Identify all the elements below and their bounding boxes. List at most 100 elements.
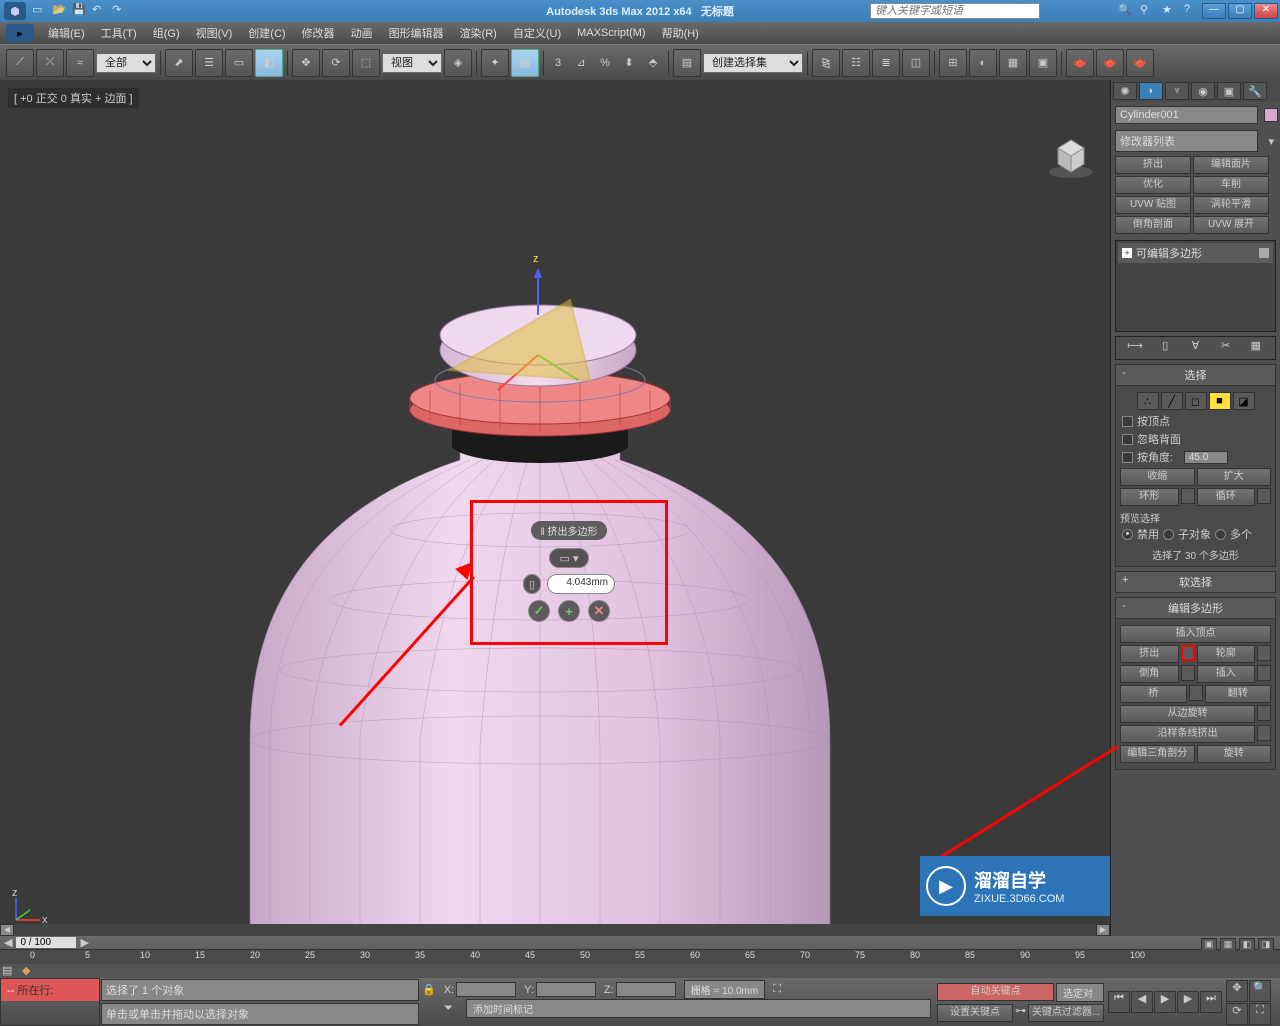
time-slider[interactable]: ▤ ◆ bbox=[0, 964, 1280, 978]
edged-faces-icon[interactable]: ⬘ bbox=[642, 49, 664, 77]
link-icon[interactable]: ⚲ bbox=[1140, 3, 1156, 19]
menu-tools[interactable]: 工具(T) bbox=[93, 22, 145, 44]
ref-coord-system[interactable]: 视图 bbox=[382, 53, 442, 73]
subobj-polygon-icon[interactable]: ■ bbox=[1209, 392, 1231, 410]
hinge-button[interactable]: 从边旋转 bbox=[1120, 705, 1255, 723]
menu-help[interactable]: 帮助(H) bbox=[654, 22, 707, 44]
key-icon[interactable]: ⊶ bbox=[1015, 1004, 1026, 1022]
close-button[interactable]: ✕ bbox=[1254, 3, 1278, 19]
add-time-tag[interactable]: 添加时间标记 bbox=[466, 999, 931, 1018]
maximize-button[interactable]: ▢ bbox=[1228, 3, 1252, 19]
outline-button[interactable]: 轮廓 bbox=[1197, 645, 1256, 663]
menu-maxscript[interactable]: MAXScript(M) bbox=[569, 24, 653, 42]
object-name-input[interactable] bbox=[1115, 106, 1258, 124]
hierarchy-tab-icon[interactable]: ♆ bbox=[1165, 82, 1189, 100]
show-end-icon[interactable]: ▯ bbox=[1155, 339, 1175, 357]
subobj-edge-icon[interactable]: ╱ bbox=[1161, 392, 1183, 410]
nav-zoom-icon[interactable]: 🔍 bbox=[1249, 980, 1271, 1002]
new-icon[interactable]: ▭ bbox=[32, 3, 48, 19]
subobj-element-icon[interactable]: ◪ bbox=[1233, 392, 1255, 410]
outline-settings-icon[interactable] bbox=[1257, 645, 1271, 661]
unlink-tool-icon[interactable]: ⤫ bbox=[36, 49, 64, 77]
dropdown-arrow-icon[interactable]: ▾ bbox=[1262, 135, 1280, 148]
favorite-icon[interactable]: ★ bbox=[1162, 3, 1178, 19]
schematic-icon[interactable]: ⊞ bbox=[939, 49, 967, 77]
extrude-type-dropdown[interactable]: ▭ ▾ bbox=[549, 548, 589, 568]
nav-orbit-icon[interactable]: ⟳ bbox=[1226, 1003, 1248, 1025]
caddy-apply-button[interactable]: + bbox=[558, 600, 580, 622]
object-color-swatch[interactable] bbox=[1264, 108, 1278, 122]
soft-selection-rollout[interactable]: +软选择 bbox=[1115, 571, 1276, 593]
make-unique-icon[interactable]: ∀ bbox=[1185, 339, 1205, 357]
mod-editpatch[interactable]: 编辑面片 bbox=[1193, 156, 1269, 174]
select-name-icon[interactable]: ☰ bbox=[195, 49, 223, 77]
preview-multi-radio[interactable] bbox=[1215, 529, 1226, 540]
modify-tab-icon[interactable]: ◗ bbox=[1139, 82, 1163, 100]
inset-settings-icon[interactable] bbox=[1257, 665, 1271, 681]
modifier-list-dropdown[interactable]: 修改器列表 bbox=[1115, 130, 1258, 152]
move-tool-icon[interactable]: ✥ bbox=[292, 49, 320, 77]
motion-tab-icon[interactable]: ◉ bbox=[1191, 82, 1215, 100]
goto-start-icon[interactable]: ⏮ bbox=[1108, 991, 1130, 1013]
preview-subobj-radio[interactable] bbox=[1163, 529, 1174, 540]
x-coord-input[interactable] bbox=[456, 982, 516, 997]
scrub-right-icon[interactable]: ▶ bbox=[80, 936, 88, 949]
pin-stack-icon[interactable]: ⟼ bbox=[1125, 339, 1145, 357]
scale-tool-icon[interactable]: ⬚ bbox=[352, 49, 380, 77]
edit-poly-rollout-header[interactable]: -编辑多边形 bbox=[1115, 597, 1276, 619]
caddy-ok-button[interactable]: ✓ bbox=[528, 600, 550, 622]
by-vertex-checkbox[interactable] bbox=[1122, 416, 1133, 427]
app-menu-icon[interactable]: ▸ bbox=[6, 24, 34, 42]
display-tab-icon[interactable]: ▣ bbox=[1217, 82, 1241, 100]
manipulate-icon[interactable]: ✦ bbox=[481, 49, 509, 77]
menu-views[interactable]: 视图(V) bbox=[188, 22, 241, 44]
render-icon[interactable]: 🫖 bbox=[1066, 49, 1094, 77]
selection-rollout-header[interactable]: -选择 bbox=[1115, 364, 1276, 386]
flip-button[interactable]: 翻转 bbox=[1205, 685, 1272, 703]
nav-pan-icon[interactable]: ✥ bbox=[1226, 980, 1248, 1002]
save-icon[interactable]: 💾 bbox=[72, 3, 88, 19]
next-frame-icon[interactable]: ▶ bbox=[1177, 991, 1199, 1013]
mod-uvwunwrap[interactable]: UVW 展开 bbox=[1193, 216, 1269, 234]
nav-max-icon[interactable]: ⛶ bbox=[1249, 1003, 1271, 1025]
track-icon-left[interactable]: ▤ bbox=[2, 964, 12, 977]
scroll-right-icon[interactable]: ▶ bbox=[1096, 924, 1110, 936]
snap-toggle-icon[interactable]: 3 bbox=[548, 49, 568, 77]
curve-editor-icon[interactable]: ◫ bbox=[902, 49, 930, 77]
window-crossing-icon[interactable]: ◧ bbox=[255, 49, 283, 77]
preview-off-radio[interactable] bbox=[1122, 529, 1133, 540]
extrude-spline-settings-icon[interactable] bbox=[1257, 725, 1271, 741]
app-logo-icon[interactable]: ⬢ bbox=[4, 2, 26, 20]
menu-render[interactable]: 渲染(R) bbox=[452, 22, 505, 44]
search-icon[interactable]: 🔍 bbox=[1118, 3, 1134, 19]
menu-animation[interactable]: 动画 bbox=[343, 22, 381, 44]
loop-spinner-icon[interactable] bbox=[1257, 488, 1271, 504]
stack-item-editablepoly[interactable]: + 可编辑多边形 bbox=[1118, 243, 1273, 263]
spinner-snap-icon[interactable]: ⬍ bbox=[618, 49, 640, 77]
pivot-icon[interactable]: ◈ bbox=[444, 49, 472, 77]
edit-tri-button[interactable]: 编辑三角剖分 bbox=[1120, 745, 1195, 763]
remove-mod-icon[interactable]: ✂ bbox=[1216, 339, 1236, 357]
viewport[interactable]: [ +0 正交 0 真实 + 边面 ] bbox=[0, 80, 1110, 936]
menu-group[interactable]: 组(G) bbox=[145, 22, 188, 44]
play-icon[interactable]: ▶ bbox=[1154, 991, 1176, 1013]
isolate-icon[interactable]: ⛶ bbox=[773, 983, 781, 996]
menu-customize[interactable]: 自定义(U) bbox=[505, 22, 569, 44]
caddy-cancel-button[interactable]: ✕ bbox=[588, 600, 610, 622]
open-icon[interactable]: 📂 bbox=[52, 3, 68, 19]
selection-filter[interactable]: 全部 bbox=[96, 53, 156, 73]
frame-indicator[interactable]: 0 / 100 bbox=[16, 937, 76, 948]
configure-icon[interactable]: ▦ bbox=[1246, 339, 1266, 357]
goto-end-icon[interactable]: ⏭ bbox=[1200, 991, 1222, 1013]
bridge-button[interactable]: 桥 bbox=[1120, 685, 1187, 703]
percent-snap-icon[interactable]: % bbox=[594, 49, 616, 77]
retri-button[interactable]: 旋转 bbox=[1197, 745, 1272, 763]
extrude-settings-icon[interactable] bbox=[1181, 645, 1195, 661]
track-key-icon[interactable]: ◆ bbox=[22, 964, 30, 977]
quick-render-icon[interactable]: 🫖 bbox=[1096, 49, 1124, 77]
bevel-button[interactable]: 倒角 bbox=[1120, 665, 1179, 683]
grow-button[interactable]: 扩大 bbox=[1197, 468, 1272, 486]
render-prod-icon[interactable]: 🫖 bbox=[1126, 49, 1154, 77]
search-input[interactable] bbox=[870, 3, 1040, 19]
menu-edit[interactable]: 编辑(E) bbox=[40, 22, 93, 44]
